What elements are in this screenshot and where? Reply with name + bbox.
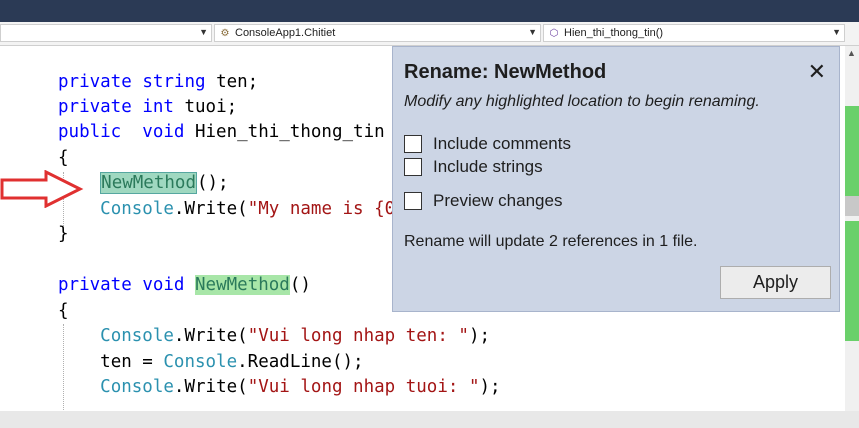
rename-subtitle: Modify any highlighted location to begin…	[404, 93, 760, 110]
keyword: void	[142, 275, 185, 295]
code-line: {	[58, 146, 69, 170]
rename-info-text: Rename will update 2 references in 1 fil…	[404, 233, 698, 250]
change-marker	[845, 221, 859, 341]
title-bar	[0, 0, 859, 22]
string-literal: "Vui long nhap tuoi: "	[247, 377, 480, 397]
keyword: public	[58, 122, 122, 142]
chevron-down-icon: ▼	[528, 27, 537, 37]
rename-location-definition[interactable]: NewMethod	[195, 275, 290, 295]
keyword: private	[58, 97, 132, 117]
checkbox-label: Preview changes	[433, 191, 563, 210]
keyword: string	[142, 72, 206, 92]
keyword: int	[142, 97, 174, 117]
code-line: private string ten;	[58, 70, 258, 94]
code-text: Hien_thi_thong_tin	[184, 122, 385, 142]
keyword: private	[58, 72, 132, 92]
rename-title: Rename: NewMethod	[404, 61, 607, 83]
navigation-bar: ▼ ⚙ ConsoleApp1.Chitiet ▼ ⬡ Hien_thi_tho…	[0, 22, 859, 46]
preview-changes-checkbox[interactable]: Preview changes	[404, 191, 562, 211]
method-icon: ⬡	[549, 27, 559, 39]
include-comments-checkbox[interactable]: Include comments	[404, 134, 571, 154]
string-literal: "My name is {0	[247, 199, 396, 219]
code-line: private void NewMethod()	[58, 273, 311, 297]
keyword: void	[142, 122, 185, 142]
scroll-thumb[interactable]	[845, 196, 859, 216]
close-icon[interactable]: ✕	[808, 59, 826, 85]
apply-button[interactable]: Apply	[720, 266, 831, 299]
code-line: private int tuoi;	[58, 95, 237, 119]
code-text: .Write(	[173, 199, 248, 219]
class-dropdown-label: ConsoleApp1.Chitiet	[235, 27, 336, 39]
type-name: Console	[100, 199, 174, 219]
class-icon: ⚙	[220, 27, 230, 39]
member-dropdown[interactable]: ⬡ Hien_thi_thong_tin() ▼	[543, 24, 845, 42]
checkbox-box[interactable]	[404, 135, 422, 153]
code-line: }	[58, 222, 69, 246]
horizontal-scrollbar[interactable]	[0, 411, 859, 428]
chevron-down-icon: ▼	[832, 27, 841, 37]
code-text: ()	[289, 275, 311, 295]
checkbox-box[interactable]	[404, 158, 422, 176]
code-text: tuoi;	[173, 97, 238, 117]
chevron-down-icon: ▼	[199, 27, 208, 37]
keyword: private	[58, 275, 132, 295]
code-text: .ReadLine();	[237, 352, 364, 372]
checkbox-label: Include strings	[433, 157, 543, 176]
vertical-scrollbar[interactable]: ▲	[845, 46, 859, 411]
scroll-up-icon[interactable]: ▲	[847, 48, 856, 58]
code-line: Console.Write("Vui long nhap ten: ");	[58, 324, 490, 348]
code-line: Console.Write("My name is {0	[58, 197, 395, 221]
code-line: {	[58, 299, 69, 323]
code-text: .Write(	[173, 326, 248, 346]
code-text: {	[58, 301, 69, 321]
code-text: ();	[196, 173, 229, 193]
type-name: Console	[100, 377, 174, 397]
checkbox-box[interactable]	[404, 192, 422, 210]
type-name: Console	[163, 352, 238, 372]
type-name: Console	[100, 326, 174, 346]
code-text: {	[58, 148, 69, 168]
member-dropdown-label: Hien_thi_thong_tin()	[564, 27, 664, 39]
code-text: );	[468, 326, 491, 346]
red-arrow-icon	[0, 170, 84, 208]
rename-dialog: Rename: NewMethod ✕ Modify any highlight…	[392, 46, 840, 312]
rename-location-call[interactable]: NewMethod	[100, 172, 197, 194]
class-dropdown[interactable]: ⚙ ConsoleApp1.Chitiet ▼	[214, 24, 541, 42]
code-text: .Write(	[173, 377, 248, 397]
string-literal: "Vui long nhap ten: "	[247, 326, 469, 346]
project-dropdown[interactable]: ▼	[0, 24, 212, 42]
code-line: public void Hien_thi_thong_tin	[58, 120, 385, 144]
code-line: Console.Write("Vui long nhap tuoi: ");	[58, 375, 501, 399]
checkbox-label: Include comments	[433, 134, 571, 153]
include-strings-checkbox[interactable]: Include strings	[404, 157, 543, 177]
code-text: ten =	[100, 352, 164, 372]
code-line: ten = Console.ReadLine();	[58, 350, 364, 374]
code-text: ten;	[205, 72, 259, 92]
code-text: }	[58, 224, 69, 244]
code-text: );	[479, 377, 501, 397]
